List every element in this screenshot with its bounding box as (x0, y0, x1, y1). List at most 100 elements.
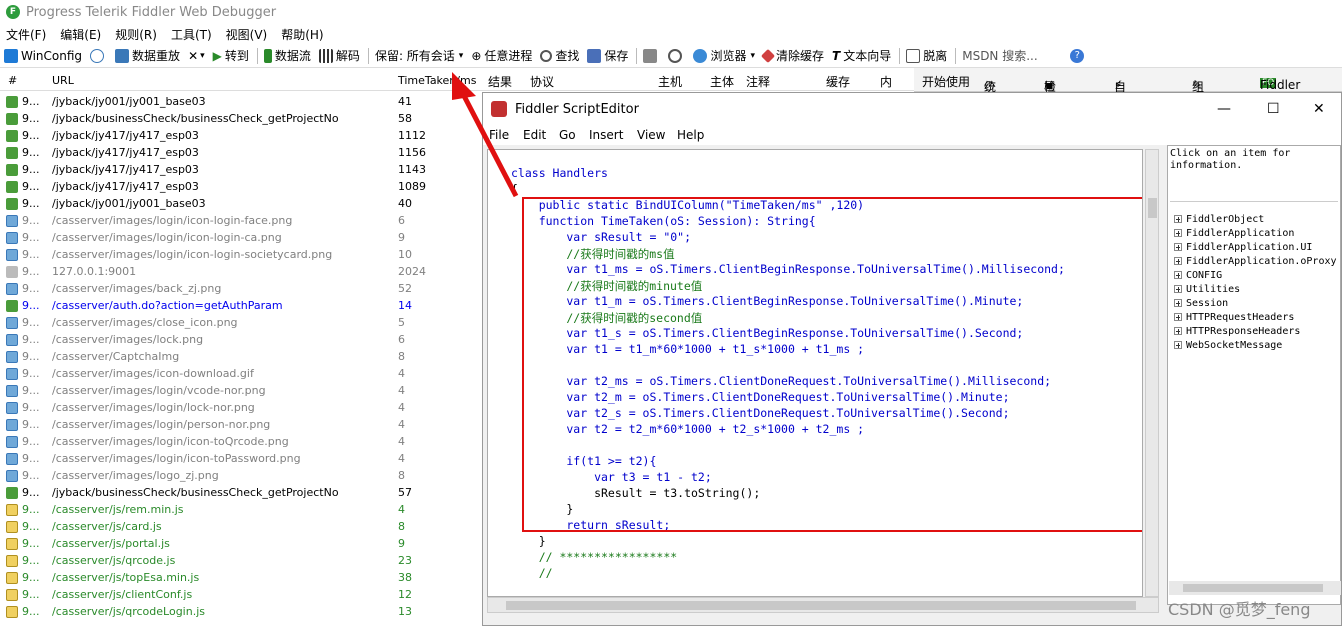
col-url[interactable]: URL (52, 74, 74, 87)
process-filter-button[interactable]: ⊕ 任意进程 (471, 47, 532, 64)
tree-item[interactable]: Utilities (1174, 282, 1337, 296)
expand-icon[interactable] (1174, 243, 1182, 251)
session-row[interactable]: 9... /casserver/images/login/icon-login-f… (0, 212, 478, 229)
session-row[interactable]: 9... /jyback/jy417/jy417_esp03 1156 (0, 144, 478, 161)
keep-sessions-dropdown[interactable]: 保留: 所有会话 ▾ (375, 47, 463, 64)
session-row[interactable]: 9... /casserver/auth.do?action=getAuthPar… (0, 297, 478, 314)
session-row[interactable]: 9... /casserver/images/lock.png 6 (0, 331, 478, 348)
close-icon[interactable]: ✕ (1313, 101, 1325, 117)
browser-dropdown[interactable]: 浏览器 ▾ (693, 47, 755, 64)
text-wizard-button[interactable]: T 文本向导 (832, 47, 891, 64)
session-row[interactable]: 9... /casserver/images/login/icon-toQrcod… (0, 433, 478, 450)
menu-edit[interactable]: 编辑(E) (60, 26, 101, 43)
session-row[interactable]: 9... /jyback/jy417/jy417_esp03 1143 (0, 161, 478, 178)
help-button[interactable]: ? (1070, 48, 1087, 63)
session-row[interactable]: 9... /jyback/jy417/jy417_esp03 1089 (0, 178, 478, 195)
session-list[interactable]: 9... /jyback/jy001/jy001_base03 41 9... /jyb… (0, 93, 478, 626)
col-num[interactable]: # (8, 74, 17, 87)
save-button[interactable]: 保存 (587, 47, 628, 64)
timer-button[interactable] (668, 48, 685, 63)
stream-button[interactable]: 数据流 (263, 47, 311, 64)
menu-help[interactable]: Help (677, 128, 704, 142)
expand-icon[interactable] (1174, 229, 1182, 237)
replay-button[interactable]: 数据重放 (115, 47, 180, 64)
col-comment[interactable]: 注释 (746, 73, 770, 90)
tree-item[interactable]: FiddlerApplication.UI (1174, 240, 1337, 254)
maximize-icon[interactable]: ☐ (1267, 101, 1280, 117)
expand-icon[interactable] (1174, 327, 1182, 335)
winconfig-button[interactable]: WinConfig (4, 48, 82, 63)
tree-item[interactable]: Session (1174, 296, 1337, 310)
expand-icon[interactable] (1174, 215, 1182, 223)
session-row[interactable]: 9... /casserver/js/clientConf.js 12 (0, 586, 478, 603)
class-explorer-scrollbar[interactable] (1169, 581, 1341, 595)
clear-cache-button[interactable]: 清除缓存 (760, 47, 824, 64)
decode-button[interactable]: 解码 (318, 47, 360, 64)
expand-icon[interactable] (1174, 313, 1182, 321)
session-row[interactable]: 9... /casserver/images/login/lock-nor.png… (0, 399, 478, 416)
menu-view[interactable]: View (637, 128, 665, 142)
expand-icon[interactable] (1174, 271, 1182, 279)
menu-tools[interactable]: 工具(T) (171, 26, 212, 43)
expand-icon[interactable] (1174, 341, 1182, 349)
tree-item[interactable]: HTTPRequestHeaders (1174, 310, 1337, 324)
session-row[interactable]: 9... /jyback/jy417/jy417_esp03 1112 (0, 127, 478, 144)
tab-getting-started[interactable]: 开始使用 (922, 73, 970, 90)
session-row[interactable]: 9... /casserver/js/card.js 8 (0, 518, 478, 535)
session-row[interactable]: 9... /jyback/jy001/jy001_base03 41 (0, 93, 478, 110)
code-vertical-scrollbar[interactable] (1145, 149, 1159, 597)
session-row[interactable]: 9... /casserver/images/login/vcode-nor.pn… (0, 382, 478, 399)
session-row[interactable]: 9... /jyback/businessCheck/businessCheck_… (0, 110, 478, 127)
detach-button[interactable]: 脱离 (906, 47, 947, 64)
col-body[interactable]: 主体 (710, 73, 734, 90)
tree-item[interactable]: CONFIG (1174, 268, 1337, 282)
tree-item[interactable]: FiddlerObject (1174, 212, 1337, 226)
menu-edit[interactable]: Edit (523, 128, 546, 142)
col-cache[interactable]: 缓存 (826, 73, 850, 90)
session-row[interactable]: 9... /casserver/images/logo_zj.png 8 (0, 467, 478, 484)
col-timetaken[interactable]: TimeTaken/ms (398, 74, 476, 87)
comment-button[interactable] (90, 48, 107, 63)
session-row[interactable]: 9... /casserver/images/back_zj.png 52 (0, 280, 478, 297)
menu-file[interactable]: 文件(F) (6, 26, 46, 43)
col-content[interactable]: 内 (880, 73, 892, 90)
find-button[interactable]: 查找 (540, 47, 579, 64)
screenshot-button[interactable] (643, 48, 660, 63)
code-editor[interactable]: class Handlers { public static BindUICol… (487, 149, 1143, 597)
menu-file[interactable]: File (489, 128, 509, 142)
scroll-thumb[interactable] (1183, 584, 1323, 592)
session-row[interactable]: 9... /casserver/images/login/person-nor.p… (0, 416, 478, 433)
session-row[interactable]: 9... /casserver/images/close_icon.png 5 (0, 314, 478, 331)
session-row[interactable]: 9... /casserver/images/icon-download.gif 4 (0, 365, 478, 382)
tree-item[interactable]: FiddlerApplication.oProxy (1174, 254, 1337, 268)
msdn-search-input[interactable]: MSDN 搜索... (962, 47, 1062, 64)
code-horizontal-scrollbar[interactable] (487, 597, 1159, 613)
tree-item[interactable]: HTTPResponseHeaders (1174, 324, 1337, 338)
menu-insert[interactable]: Insert (589, 128, 623, 142)
remove-button[interactable]: ✕ ▾ (188, 49, 205, 63)
expand-icon[interactable] (1174, 257, 1182, 265)
menu-go[interactable]: Go (559, 128, 576, 142)
session-row[interactable]: 9... /casserver/CaptchaImg 8 (0, 348, 478, 365)
session-row[interactable]: 9... /jyback/jy001/jy001_base03 40 (0, 195, 478, 212)
col-host[interactable]: 主机 (658, 73, 682, 90)
scroll-thumb[interactable] (506, 601, 1136, 610)
session-row[interactable]: 9... /casserver/js/topEsa.min.js 38 (0, 569, 478, 586)
menu-help[interactable]: 帮助(H) (281, 26, 323, 43)
script-editor-titlebar[interactable]: Fiddler ScriptEditor — ☐ ✕ (483, 93, 1341, 125)
session-row[interactable]: 9... /casserver/js/qrcode.js 23 (0, 552, 478, 569)
scroll-thumb[interactable] (1148, 198, 1157, 218)
session-row[interactable]: 9... /casserver/images/login/icon-login-c… (0, 229, 478, 246)
tree-item[interactable]: FiddlerApplication (1174, 226, 1337, 240)
menu-rules[interactable]: 规则(R) (115, 26, 157, 43)
session-row[interactable]: 9... /casserver/images/login/icon-login-s… (0, 246, 478, 263)
go-button[interactable]: ▶ 转到 (213, 47, 249, 64)
session-row[interactable]: 9... /casserver/js/rem.min.js 4 (0, 501, 478, 518)
minimize-icon[interactable]: — (1217, 101, 1231, 117)
session-row[interactable]: 9... /casserver/images/login/icon-toPassw… (0, 450, 478, 467)
expand-icon[interactable] (1174, 299, 1182, 307)
session-row[interactable]: 9... /casserver/js/portal.js 9 (0, 535, 478, 552)
col-result[interactable]: 结果 (488, 73, 512, 90)
session-row[interactable]: 9... /casserver/js/qrcodeLogin.js 13 (0, 603, 478, 620)
expand-icon[interactable] (1174, 285, 1182, 293)
